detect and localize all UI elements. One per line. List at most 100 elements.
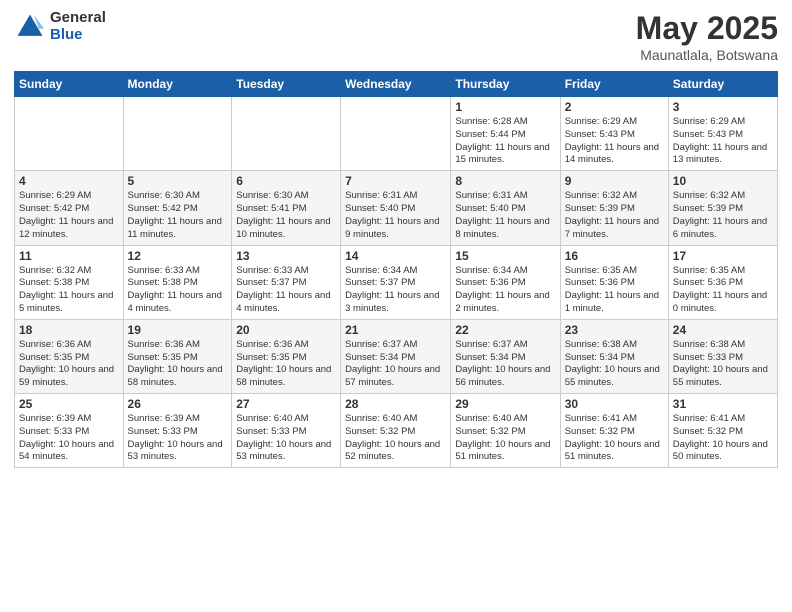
- day-number: 18: [19, 323, 119, 337]
- day-detail: Sunrise: 6:29 AM Sunset: 5:42 PM Dayligh…: [19, 190, 119, 241]
- day-cell: 16 Sunrise: 6:35 AM Sunset: 5:36 PM Dayli…: [560, 245, 668, 319]
- day-number: 12: [128, 249, 228, 263]
- day-cell: 25 Sunrise: 6:39 AM Sunset: 5:33 PM Dayli…: [15, 394, 124, 468]
- day-number: 3: [673, 100, 773, 114]
- day-detail: Sunrise: 6:41 AM Sunset: 5:32 PM Dayligh…: [673, 413, 773, 464]
- week-row-4: 18 Sunrise: 6:36 AM Sunset: 5:35 PM Dayli…: [15, 319, 778, 393]
- day-number: 25: [19, 397, 119, 411]
- day-detail: Sunrise: 6:36 AM Sunset: 5:35 PM Dayligh…: [128, 339, 228, 390]
- day-cell: 27 Sunrise: 6:40 AM Sunset: 5:33 PM Dayli…: [232, 394, 341, 468]
- day-number: 14: [345, 249, 446, 263]
- day-number: 2: [565, 100, 664, 114]
- day-cell: [123, 97, 232, 171]
- day-cell: 19 Sunrise: 6:36 AM Sunset: 5:35 PM Dayli…: [123, 319, 232, 393]
- day-number: 26: [128, 397, 228, 411]
- day-number: 11: [19, 249, 119, 263]
- day-detail: Sunrise: 6:38 AM Sunset: 5:33 PM Dayligh…: [673, 339, 773, 390]
- week-row-1: 1 Sunrise: 6:28 AM Sunset: 5:44 PM Daylig…: [15, 97, 778, 171]
- day-cell: 21Sunrise: 6:37 AM Sunset: 5:34 PM Dayli…: [341, 319, 451, 393]
- day-detail: Sunrise: 6:40 AM Sunset: 5:33 PM Dayligh…: [236, 413, 336, 464]
- day-detail: Sunrise: 6:31 AM Sunset: 5:40 PM Dayligh…: [345, 190, 446, 241]
- day-number: 15: [455, 249, 555, 263]
- day-number: 5: [128, 174, 228, 188]
- day-number: 19: [128, 323, 228, 337]
- week-row-2: 4 Sunrise: 6:29 AM Sunset: 5:42 PM Daylig…: [15, 171, 778, 245]
- day-cell: 30 Sunrise: 6:41 AM Sunset: 5:32 PM Dayli…: [560, 394, 668, 468]
- day-cell: 5 Sunrise: 6:30 AM Sunset: 5:42 PM Daylig…: [123, 171, 232, 245]
- day-cell: 13Sunrise: 6:33 AM Sunset: 5:37 PM Dayli…: [232, 245, 341, 319]
- day-number: 4: [19, 174, 119, 188]
- header-tuesday: Tuesday: [232, 72, 341, 97]
- day-cell: 1 Sunrise: 6:28 AM Sunset: 5:44 PM Daylig…: [451, 97, 560, 171]
- header-wednesday: Wednesday: [341, 72, 451, 97]
- day-cell: 20Sunrise: 6:36 AM Sunset: 5:35 PM Dayli…: [232, 319, 341, 393]
- day-detail: Sunrise: 6:30 AM Sunset: 5:42 PM Dayligh…: [128, 190, 228, 241]
- day-cell: 18 Sunrise: 6:36 AM Sunset: 5:35 PM Dayli…: [15, 319, 124, 393]
- day-number: 1: [455, 100, 555, 114]
- day-cell: [15, 97, 124, 171]
- day-cell: [232, 97, 341, 171]
- day-detail: Sunrise: 6:41 AM Sunset: 5:32 PM Dayligh…: [565, 413, 664, 464]
- day-detail: Sunrise: 6:33 AM Sunset: 5:38 PM Dayligh…: [128, 265, 228, 316]
- day-number: 30: [565, 397, 664, 411]
- day-cell: 26 Sunrise: 6:39 AM Sunset: 5:33 PM Dayli…: [123, 394, 232, 468]
- day-detail: Sunrise: 6:35 AM Sunset: 5:36 PM Dayligh…: [673, 265, 773, 316]
- day-detail: Sunrise: 6:29 AM Sunset: 5:43 PM Dayligh…: [565, 116, 664, 167]
- day-detail: Sunrise: 6:32 AM Sunset: 5:39 PM Dayligh…: [565, 190, 664, 241]
- day-detail: Sunrise: 6:38 AM Sunset: 5:34 PM Dayligh…: [565, 339, 664, 390]
- week-row-5: 25 Sunrise: 6:39 AM Sunset: 5:33 PM Dayli…: [15, 394, 778, 468]
- day-detail: Sunrise: 6:37 AM Sunset: 5:34 PM Dayligh…: [455, 339, 555, 390]
- day-detail: Sunrise: 6:35 AM Sunset: 5:36 PM Dayligh…: [565, 265, 664, 316]
- header: General Blue May 2025 Maunatlala, Botswa…: [14, 10, 778, 63]
- calendar-table: Sunday Monday Tuesday Wednesday Thursday…: [14, 71, 778, 468]
- day-cell: 29 Sunrise: 6:40 AM Sunset: 5:32 PM Dayli…: [451, 394, 560, 468]
- header-thursday: Thursday: [451, 72, 560, 97]
- weekday-header-row: Sunday Monday Tuesday Wednesday Thursday…: [15, 72, 778, 97]
- calendar-title: May 2025: [636, 10, 778, 47]
- day-number: 16: [565, 249, 664, 263]
- calendar-subtitle: Maunatlala, Botswana: [636, 47, 778, 63]
- day-cell: 11Sunrise: 6:32 AM Sunset: 5:38 PM Dayli…: [15, 245, 124, 319]
- day-cell: 31Sunrise: 6:41 AM Sunset: 5:32 PM Dayli…: [668, 394, 777, 468]
- day-number: 7: [345, 174, 446, 188]
- day-cell: 3Sunrise: 6:29 AM Sunset: 5:43 PM Daylig…: [668, 97, 777, 171]
- day-cell: 24 Sunrise: 6:38 AM Sunset: 5:33 PM Dayli…: [668, 319, 777, 393]
- day-number: 20: [236, 323, 336, 337]
- day-cell: 28 Sunrise: 6:40 AM Sunset: 5:32 PM Dayli…: [341, 394, 451, 468]
- week-row-3: 11Sunrise: 6:32 AM Sunset: 5:38 PM Dayli…: [15, 245, 778, 319]
- day-number: 10: [673, 174, 773, 188]
- day-cell: 6Sunrise: 6:30 AM Sunset: 5:41 PM Daylig…: [232, 171, 341, 245]
- day-detail: Sunrise: 6:33 AM Sunset: 5:37 PM Dayligh…: [236, 265, 336, 316]
- day-cell: 9 Sunrise: 6:32 AM Sunset: 5:39 PM Daylig…: [560, 171, 668, 245]
- day-number: 27: [236, 397, 336, 411]
- day-detail: Sunrise: 6:36 AM Sunset: 5:35 PM Dayligh…: [19, 339, 119, 390]
- day-cell: 2 Sunrise: 6:29 AM Sunset: 5:43 PM Daylig…: [560, 97, 668, 171]
- day-cell: 8Sunrise: 6:31 AM Sunset: 5:40 PM Daylig…: [451, 171, 560, 245]
- day-number: 22: [455, 323, 555, 337]
- day-number: 17: [673, 249, 773, 263]
- day-cell: [341, 97, 451, 171]
- logo-icon: [14, 11, 46, 43]
- day-cell: 22 Sunrise: 6:37 AM Sunset: 5:34 PM Dayli…: [451, 319, 560, 393]
- day-cell: 15 Sunrise: 6:34 AM Sunset: 5:36 PM Dayli…: [451, 245, 560, 319]
- day-detail: Sunrise: 6:32 AM Sunset: 5:39 PM Dayligh…: [673, 190, 773, 241]
- day-detail: Sunrise: 6:30 AM Sunset: 5:41 PM Dayligh…: [236, 190, 336, 241]
- day-detail: Sunrise: 6:34 AM Sunset: 5:36 PM Dayligh…: [455, 265, 555, 316]
- day-number: 9: [565, 174, 664, 188]
- page: General Blue May 2025 Maunatlala, Botswa…: [0, 0, 792, 612]
- day-number: 28: [345, 397, 446, 411]
- header-friday: Friday: [560, 72, 668, 97]
- day-detail: Sunrise: 6:40 AM Sunset: 5:32 PM Dayligh…: [345, 413, 446, 464]
- logo-blue-text: Blue: [50, 27, 106, 44]
- day-detail: Sunrise: 6:39 AM Sunset: 5:33 PM Dayligh…: [128, 413, 228, 464]
- logo-general-text: General: [50, 10, 106, 27]
- day-number: 23: [565, 323, 664, 337]
- day-detail: Sunrise: 6:40 AM Sunset: 5:32 PM Dayligh…: [455, 413, 555, 464]
- day-detail: Sunrise: 6:39 AM Sunset: 5:33 PM Dayligh…: [19, 413, 119, 464]
- title-block: May 2025 Maunatlala, Botswana: [636, 10, 778, 63]
- day-detail: Sunrise: 6:28 AM Sunset: 5:44 PM Dayligh…: [455, 116, 555, 167]
- day-cell: 4 Sunrise: 6:29 AM Sunset: 5:42 PM Daylig…: [15, 171, 124, 245]
- day-number: 29: [455, 397, 555, 411]
- day-detail: Sunrise: 6:34 AM Sunset: 5:37 PM Dayligh…: [345, 265, 446, 316]
- day-number: 24: [673, 323, 773, 337]
